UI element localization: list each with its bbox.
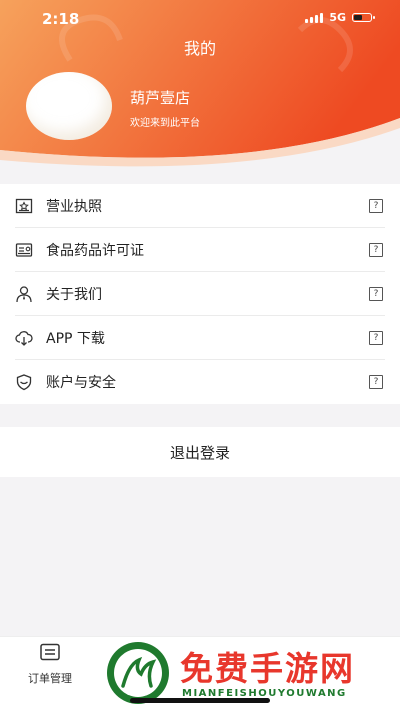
welcome-text: 欢迎来到此平台: [130, 118, 200, 129]
help-icon[interactable]: ?: [369, 331, 383, 345]
store-name: 葫芦壹店: [130, 89, 191, 107]
menu-item-app-download[interactable]: APP 下载 ?: [0, 316, 400, 360]
menu-item-label: 关于我们: [46, 287, 102, 303]
tab-order-management[interactable]: 订单管理: [10, 643, 90, 686]
menu-item-label: 账户与安全: [46, 375, 116, 391]
page-title: 我的: [183, 39, 216, 58]
menu-item-label: 营业执照: [46, 199, 102, 215]
help-icon[interactable]: ?: [369, 243, 383, 257]
status-indicators: 5G: [305, 11, 375, 24]
watermark-title: 免费手游网: [180, 649, 355, 688]
avatar[interactable]: [26, 72, 112, 140]
help-icon[interactable]: ?: [369, 199, 383, 213]
menu-item-account-security[interactable]: 账户与安全 ?: [0, 360, 400, 404]
tab-label: 订单管理: [28, 672, 72, 685]
menu-item-food-drug-permit[interactable]: 食品药品许可证 ?: [0, 228, 400, 272]
help-icon[interactable]: ?: [369, 375, 383, 389]
logout-button[interactable]: 退出登录: [0, 427, 400, 477]
shield-icon: [16, 374, 32, 391]
menu-item-label: APP 下载: [46, 331, 105, 347]
license-icon: [15, 198, 33, 214]
watermark-logo-icon: [107, 642, 169, 704]
menu-item-about-us[interactable]: 关于我们 ?: [0, 272, 400, 316]
signal-icon: [305, 12, 324, 23]
profile-header: 2:18 5G 我的 葫芦壹店 欢迎来到此平台: [0, 0, 400, 170]
person-icon: [16, 286, 32, 303]
home-indicator: [130, 698, 270, 703]
settings-menu: 营业执照 ? 食品药品许可证 ? 关于我们 ? APP 下载 ? 账户与安全 ?: [0, 184, 400, 404]
order-list-icon: [40, 643, 60, 661]
network-type: 5G: [329, 11, 346, 24]
permit-card-icon: [15, 243, 33, 257]
menu-item-business-license[interactable]: 营业执照 ?: [0, 184, 400, 228]
cloud-download-icon: [15, 331, 33, 346]
menu-item-label: 食品药品许可证: [46, 243, 144, 259]
battery-icon: [352, 13, 375, 22]
status-time: 2:18: [42, 10, 80, 28]
help-icon[interactable]: ?: [369, 287, 383, 301]
